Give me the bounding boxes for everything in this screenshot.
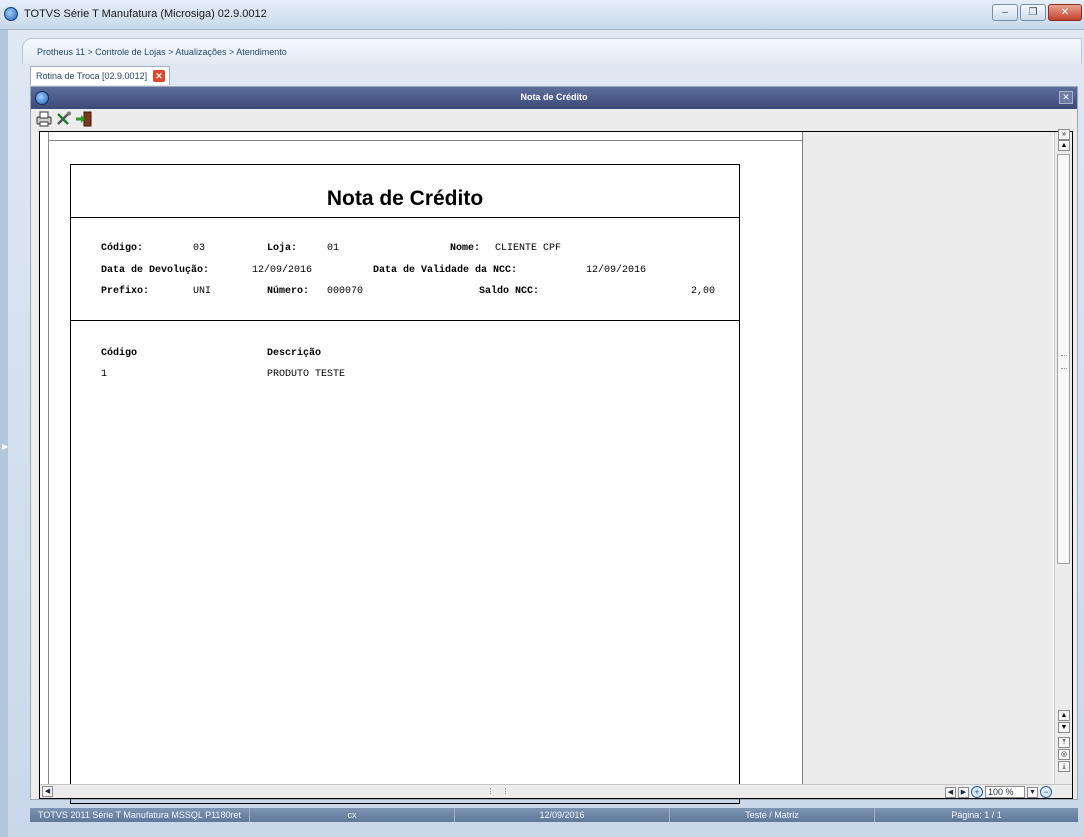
- status-branch: Teste / Matriz: [670, 808, 875, 822]
- codigo-value: 03: [193, 243, 206, 254]
- preview-background: [803, 132, 1053, 784]
- tab-rotina-de-troca[interactable]: Rotina de Troca [02.9.0012] ✕: [30, 66, 170, 85]
- divider: [71, 320, 739, 321]
- next-page-icon[interactable]: ▼: [1058, 722, 1070, 733]
- minimize-button[interactable]: –: [992, 4, 1018, 21]
- status-bar: TOTVS 2011 Série T Manufatura MSSQL P118…: [30, 808, 1078, 822]
- grip-icon: [1061, 355, 1067, 369]
- data-devolucao-label: Data de Devolução:: [101, 265, 210, 276]
- item-descricao: PRODUTO TESTE: [267, 369, 346, 380]
- data-validade-label: Data de Validade da NCC:: [373, 265, 518, 276]
- maximize-button[interactable]: ❐: [1020, 4, 1046, 21]
- scroll-left-button[interactable]: ◀: [42, 786, 53, 797]
- status-date: 12/09/2016: [455, 808, 670, 822]
- tab-label: Rotina de Troca [02.9.0012]: [36, 71, 148, 81]
- nota-credito-dialog: Nota de Crédito ✕ Nota de Crédito Código…: [30, 86, 1078, 804]
- zoom-select[interactable]: 100 %: [985, 786, 1025, 798]
- grip-icon: [490, 788, 506, 794]
- prefixo-label: Prefixo:: [101, 286, 150, 297]
- codigo-label: Código:: [101, 243, 144, 254]
- report-title: Nota de Crédito: [326, 187, 484, 210]
- status-user: cx: [250, 808, 455, 822]
- window-titlebar: TOTVS Série T Manufatura (Microsiga) 02.…: [0, 0, 1084, 30]
- saldo-value: 2,00: [691, 286, 716, 297]
- prefixo-value: UNI: [193, 286, 212, 297]
- dialog-title: Nota de Crédito: [520, 92, 588, 102]
- app-logo-icon: [4, 7, 18, 21]
- scroll-up-button[interactable]: ▲: [1058, 140, 1070, 151]
- dialog-close-button[interactable]: ✕: [1059, 91, 1073, 104]
- window-controls: – ❐ ✕: [992, 4, 1082, 21]
- scroll-end-icon[interactable]: »: [1058, 129, 1070, 140]
- item-codigo: 1: [101, 369, 108, 380]
- status-page: Página: 1 / 1: [951, 810, 1002, 820]
- report-box: Nota de Crédito Código: 03 Loja: 01 Nome…: [70, 164, 740, 804]
- next-icon[interactable]: ▶: [958, 786, 969, 798]
- first-page-icon[interactable]: ⤒: [1058, 737, 1070, 748]
- last-page-icon[interactable]: ⤓: [1058, 761, 1070, 772]
- saldo-label: Saldo NCC:: [479, 286, 540, 297]
- items-header-descricao: Descrição: [267, 348, 322, 359]
- zoom-dropdown-icon[interactable]: ▼: [1027, 786, 1038, 798]
- toolbar: [31, 109, 1077, 129]
- breadcrumb-bar: Protheus 11 > Controle de Lojas > Atuali…: [22, 38, 1082, 64]
- nome-value: CLIENTE CPF: [495, 243, 562, 254]
- numero-label: Número:: [267, 286, 310, 297]
- divider: [71, 217, 739, 218]
- page-top-line: [48, 140, 802, 141]
- status-system: TOTVS 2011 Série T Manufatura MSSQL P118…: [30, 808, 250, 822]
- items-header-codigo: Código: [101, 348, 138, 359]
- loja-label: Loja:: [267, 243, 298, 254]
- exit-icon[interactable]: [75, 111, 93, 127]
- prev-icon[interactable]: ◀: [945, 786, 956, 798]
- zoom-controls: ◀ ▶ + 100 % ▼ −: [945, 785, 1052, 799]
- side-panel-toggle[interactable]: ▶: [0, 30, 8, 837]
- numero-value: 000070: [327, 286, 364, 297]
- horizontal-scrollbar[interactable]: ◀ ◀ ▶ + 100 % ▼ −: [40, 784, 1072, 798]
- breadcrumb[interactable]: Protheus 11 > Controle de Lojas > Atuali…: [37, 47, 287, 57]
- nome-label: Nome:: [450, 243, 481, 254]
- scrollbar-thumb[interactable]: [1057, 154, 1070, 564]
- tools-icon[interactable]: [55, 111, 73, 127]
- expand-arrow-icon: ▶: [2, 442, 9, 451]
- window-title: TOTVS Série T Manufatura (Microsiga) 02.…: [24, 8, 267, 20]
- zoom-in-icon[interactable]: +: [971, 786, 983, 798]
- loja-value: 01: [327, 243, 340, 254]
- report-page: Nota de Crédito Código: 03 Loja: 01 Nome…: [40, 132, 802, 804]
- page-target-icon[interactable]: ◎: [1058, 749, 1070, 760]
- page-margin-line: [48, 132, 49, 784]
- tab-close-icon[interactable]: ✕: [153, 70, 165, 82]
- dialog-titlebar: Nota de Crédito ✕: [31, 87, 1077, 109]
- printer-icon[interactable]: [35, 111, 53, 127]
- zoom-out-icon[interactable]: −: [1040, 786, 1052, 798]
- prev-page-icon[interactable]: ▲: [1058, 710, 1070, 721]
- close-window-button[interactable]: ✕: [1048, 4, 1082, 21]
- report-preview: Nota de Crédito Código: 03 Loja: 01 Nome…: [39, 129, 1073, 804]
- data-validade-value: 12/09/2016: [586, 265, 647, 276]
- vertical-scrollbar[interactable]: » ▲ ▲ ▼ ⤒ ◎ ⤓: [1054, 129, 1072, 784]
- data-devolucao-value: 12/09/2016: [252, 265, 313, 276]
